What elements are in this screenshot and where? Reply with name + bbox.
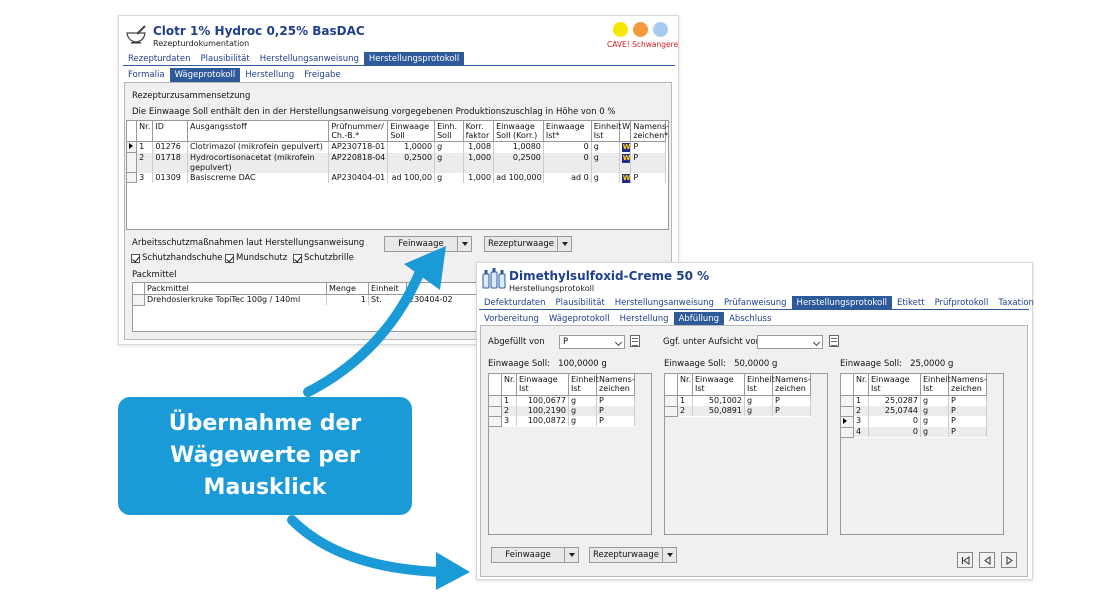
callout-line-3: Mausklick bbox=[203, 475, 327, 500]
callout-line-1: Übernahme der bbox=[168, 411, 362, 436]
arrow-upper bbox=[303, 257, 429, 397]
callout-line-2: Wägewerte per bbox=[170, 443, 360, 468]
arrow-lower bbox=[287, 515, 445, 577]
arrow-lower-head bbox=[436, 552, 470, 590]
callout-box: Übernahme der Wägewerte per Mausklick bbox=[118, 397, 412, 515]
